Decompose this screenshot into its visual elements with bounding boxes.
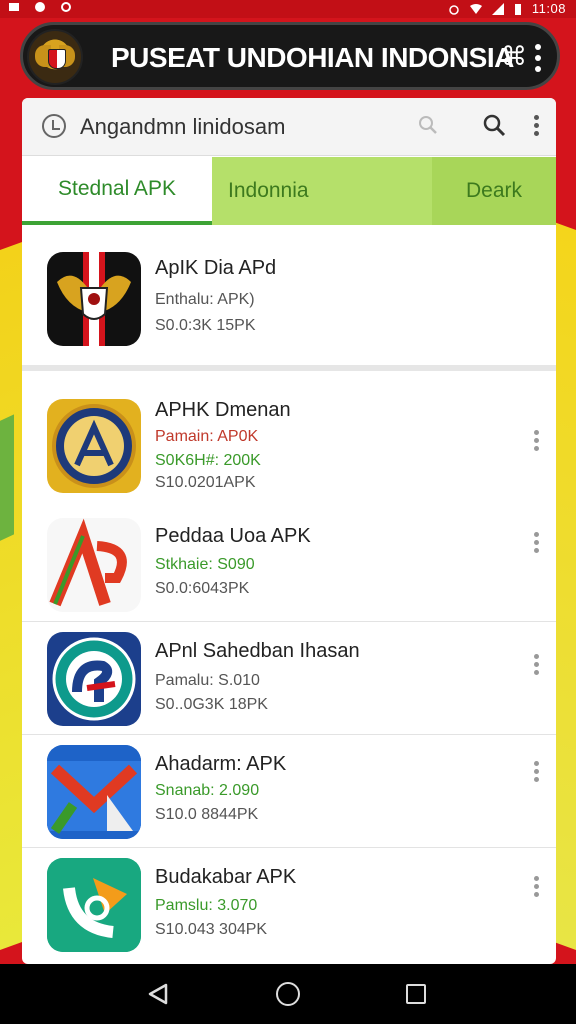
history-icon <box>42 114 66 138</box>
app-title: PUSEAT UNDOHIAN INDONSIA <box>111 42 514 73</box>
search-icon[interactable] <box>482 113 506 137</box>
app-title: Peddaa Uoa APK <box>155 525 311 547</box>
clock: 11:08 <box>531 1 566 16</box>
alarm-icon <box>449 4 459 15</box>
back-icon[interactable] <box>146 982 170 1006</box>
home-icon[interactable] <box>276 982 300 1006</box>
red-ap-icon <box>47 518 141 612</box>
circle-emblem-icon <box>47 632 141 726</box>
app-line1: Pamslu: 3.070 <box>155 897 258 914</box>
recents-icon[interactable] <box>406 984 426 1004</box>
app-title: APHK Dmenan <box>155 399 291 421</box>
app-title: Ahadarm: APK <box>155 753 287 775</box>
golden-a-icon <box>47 399 141 493</box>
app-line2: S10.0 8844PK <box>155 806 259 823</box>
app-line1: Pamalu: S.010 <box>155 672 260 689</box>
app-line1: Snanab: 2.090 <box>155 782 260 799</box>
list-item[interactable]: APHK Dmenan Pamain: AP0K S0K6H#: 200K S1… <box>22 377 556 493</box>
featured-line1: Enthalu: APK) <box>155 291 255 308</box>
featured-line2: S0.0:3K 15PK <box>155 317 256 334</box>
status-bar: 11:08 <box>0 0 576 18</box>
garuda-app-icon <box>47 252 141 346</box>
mail-m-icon <box>47 745 141 839</box>
search-hint-icon <box>419 116 437 134</box>
tab-stednal-apk[interactable]: Stednal APK <box>22 157 212 225</box>
item-menu-icon[interactable] <box>532 654 540 676</box>
app-line2: S10.043 304PK <box>155 921 268 938</box>
app-notification-icon <box>35 2 45 12</box>
signal-icon <box>491 2 504 15</box>
phone-icon <box>47 858 141 952</box>
overflow-menu-icon[interactable] <box>533 44 543 74</box>
sync-icon <box>61 2 71 12</box>
search-input[interactable]: Angandmn linidosam <box>80 114 285 140</box>
item-menu-icon[interactable] <box>532 761 540 783</box>
tab-bar: Stednal APK Indonnia Deark <box>22 157 556 225</box>
search-overflow-icon[interactable] <box>532 115 540 139</box>
battery-icon <box>514 3 521 15</box>
background-green-band <box>0 414 14 546</box>
item-menu-icon[interactable] <box>532 876 540 898</box>
list-item[interactable]: Peddaa Uoa APK Stkhaie: S090 S0.0:6043PK <box>22 508 556 618</box>
tab-deark[interactable]: Deark <box>432 157 556 225</box>
list-item[interactable]: Budakabar APK Pamslu: 3.070 S10.043 304P… <box>22 848 556 960</box>
app-header: PUSEAT UNDOHIAN INDONSIA ⌘ <box>20 22 560 90</box>
system-nav-bar <box>0 964 576 1024</box>
app-title: Budakabar APK <box>155 866 297 888</box>
notification-icon <box>9 3 19 11</box>
list-item[interactable]: Ahadarm: APK Snanab: 2.090 S10.0 8844PK <box>22 735 556 847</box>
app-line2: S0.0:6043PK <box>155 580 250 597</box>
app-title: APnl Sahedban Ihasan <box>155 640 360 662</box>
header-glyph-icon: ⌘ <box>501 41 527 71</box>
app-line3: S10.0201APK <box>155 474 256 491</box>
item-menu-icon[interactable] <box>532 430 540 452</box>
app-line1: Pamain: AP0K <box>155 428 259 445</box>
list-item[interactable]: APnl Sahedban Ihasan Pamalu: S.010 S0..0… <box>22 622 556 734</box>
main-card: Angandmn linidosam Stednal APK Indonnia … <box>22 98 556 964</box>
wifi-icon <box>469 3 482 14</box>
garuda-emblem-icon <box>27 29 83 85</box>
featured-app[interactable]: ApIK Dia APd Enthalu: APK) S0.0:3K 15PK <box>22 225 556 371</box>
item-menu-icon[interactable] <box>532 532 540 554</box>
search-bar[interactable]: Angandmn linidosam <box>22 98 556 156</box>
featured-title: ApIK Dia APd <box>155 257 277 279</box>
app-line1: Stkhaie: S090 <box>155 556 255 573</box>
app-line2: S0..0G3K 18PK <box>155 696 268 713</box>
tab-indonnia[interactable]: Indonnia <box>212 157 432 225</box>
app-line2: S0K6H#: 200K <box>155 452 261 469</box>
